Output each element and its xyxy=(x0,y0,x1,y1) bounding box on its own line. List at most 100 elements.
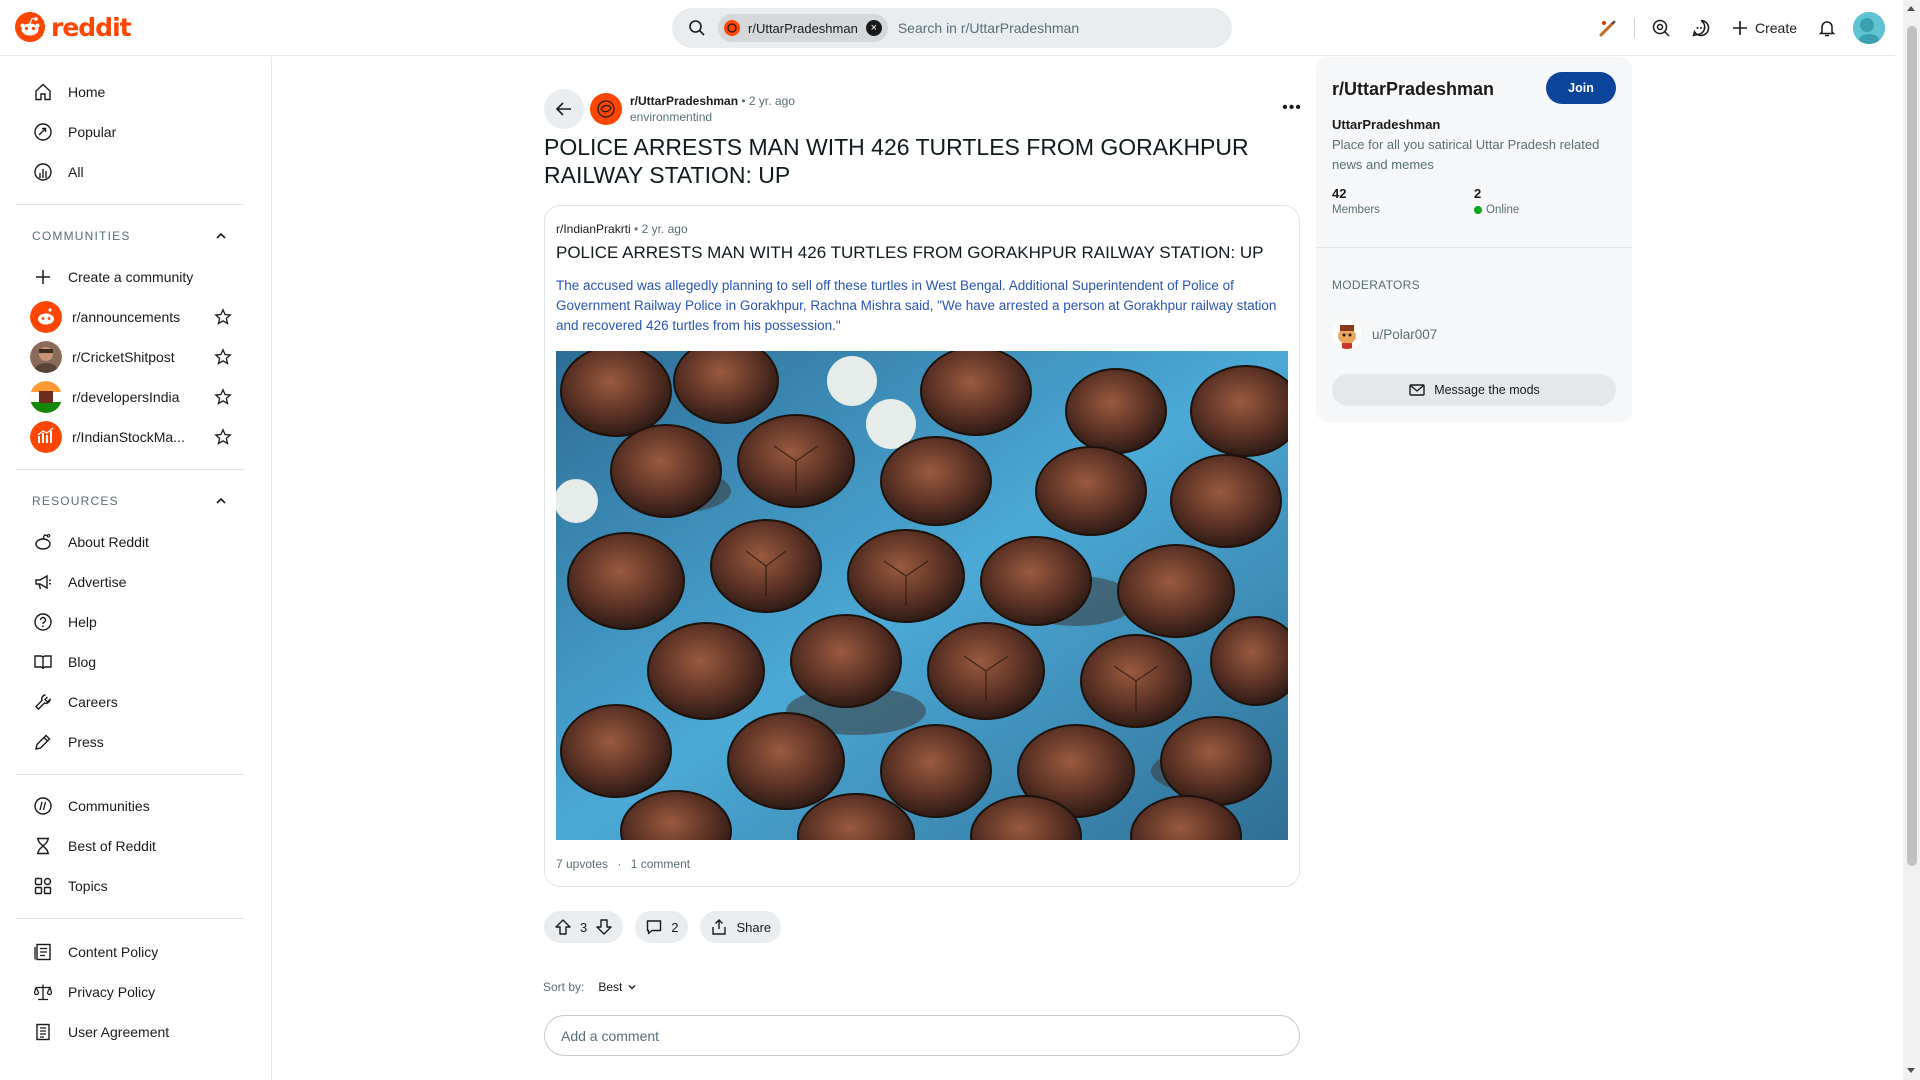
nav-label: About Reddit xyxy=(68,534,149,550)
sidebar-divider xyxy=(16,774,244,775)
panel-divider xyxy=(1316,247,1632,248)
crosspost-comments[interactable]: 1 comment xyxy=(631,857,690,871)
favorite-star-icon[interactable] xyxy=(214,308,232,326)
post-image[interactable] xyxy=(556,351,1288,840)
search-scope-label: r/UttarPradeshman xyxy=(748,20,858,36)
nav-content-policy[interactable]: Content Policy xyxy=(32,932,242,972)
moderators-heading: MODERATORS xyxy=(1332,278,1420,292)
community-name: UttarPradeshman xyxy=(1332,117,1441,132)
favorite-star-icon[interactable] xyxy=(214,428,232,446)
community-item-announcements[interactable]: r/announcements xyxy=(30,297,232,337)
nav-help[interactable]: Help xyxy=(32,602,242,642)
nav-popular[interactable]: Popular xyxy=(32,112,242,152)
community-label: r/announcements xyxy=(72,309,181,325)
more-options-icon[interactable]: ••• xyxy=(1280,96,1304,120)
community-item-indianstockmarket[interactable]: r/IndianStockMa... xyxy=(30,417,232,457)
subreddit-chip-icon xyxy=(724,20,740,36)
nav-blog[interactable]: Blog xyxy=(32,642,242,682)
crosspost-title[interactable]: POLICE ARRESTS MAN WITH 426 TURTLES FROM… xyxy=(556,242,1286,264)
post-actions: 3 2 Share xyxy=(544,911,782,943)
nav-label: Content Policy xyxy=(68,944,159,960)
nav-communities[interactable]: Communities xyxy=(32,786,242,826)
subreddit-avatar[interactable] xyxy=(590,93,622,125)
community-item-developersindia[interactable]: r/developersIndia xyxy=(30,377,232,417)
nav-label: User Agreement xyxy=(68,1024,170,1040)
clear-scope-icon[interactable]: × xyxy=(865,20,882,36)
resources-section-toggle[interactable]: RESOURCES xyxy=(32,494,228,508)
post-subreddit-link[interactable]: r/UttarPradeshman xyxy=(630,94,738,108)
add-comment-input[interactable]: Add a comment xyxy=(544,1015,1300,1056)
crosspost-meta: r/IndianPrakrti • 2 yr. ago xyxy=(556,222,688,236)
community-item-cricketshitpost[interactable]: r/CricketShitpost xyxy=(30,337,232,377)
nav-label: Topics xyxy=(68,878,108,894)
resources-heading: RESOURCES xyxy=(32,494,119,508)
crosspost-subreddit-link[interactable]: r/IndianPrakrti xyxy=(556,222,631,236)
logo-text: reddit xyxy=(51,12,132,42)
communities-icon xyxy=(32,795,54,817)
nav-privacy-policy[interactable]: Privacy Policy xyxy=(32,972,242,1012)
search-scope-chip[interactable]: r/UttarPradeshman × xyxy=(718,14,888,42)
nav-label: Press xyxy=(68,734,104,750)
page-scrollbar[interactable] xyxy=(1903,0,1920,1080)
arrow-left-icon xyxy=(555,102,571,116)
moderator-item[interactable]: u/Polar007 xyxy=(1332,319,1437,349)
scroll-down-icon[interactable] xyxy=(1907,1068,1915,1073)
join-button[interactable]: Join xyxy=(1546,72,1616,104)
downvote-icon[interactable] xyxy=(595,918,613,936)
sort-dropdown[interactable]: Best xyxy=(598,980,637,994)
advertise-icon[interactable] xyxy=(1641,8,1681,48)
scroll-thumb[interactable] xyxy=(1907,26,1917,866)
notification-bell-icon[interactable] xyxy=(1807,8,1847,48)
post-author[interactable]: environmentind xyxy=(630,109,795,125)
share-button[interactable]: Share xyxy=(700,911,782,943)
nav-home[interactable]: Home xyxy=(32,72,242,112)
comment-sort: Sort by: Best xyxy=(543,980,637,994)
nav-about-reddit[interactable]: About Reddit xyxy=(32,522,242,562)
scroll-up-icon[interactable] xyxy=(1907,6,1915,11)
community-title[interactable]: r/UttarPradeshman xyxy=(1332,79,1494,100)
favorite-star-icon[interactable] xyxy=(214,388,232,406)
crosspost-card[interactable]: r/IndianPrakrti • 2 yr. ago POLICE ARRES… xyxy=(544,205,1300,887)
crosspost-time: • 2 yr. ago xyxy=(634,222,688,236)
add-comment-placeholder: Add a comment xyxy=(561,1027,660,1044)
comments-button[interactable]: 2 xyxy=(635,911,689,943)
nav-label: Help xyxy=(68,614,97,630)
moderator-avatar xyxy=(1332,319,1362,349)
search-bar[interactable]: r/UttarPradeshman × xyxy=(672,8,1232,48)
create-button[interactable]: Create xyxy=(1721,8,1807,48)
favorite-star-icon[interactable] xyxy=(214,348,232,366)
chevron-down-icon xyxy=(628,985,636,990)
header-actions: Create xyxy=(1588,0,1895,56)
vote-control: 3 xyxy=(544,911,624,943)
nav-press[interactable]: Press xyxy=(32,722,242,762)
nav-best-of-reddit[interactable]: Best of Reddit xyxy=(32,826,242,866)
scale-icon xyxy=(32,981,54,1003)
search-input[interactable] xyxy=(897,20,1198,36)
upvote-icon[interactable] xyxy=(554,918,572,936)
nav-all[interactable]: All xyxy=(32,152,242,192)
chat-icon[interactable] xyxy=(1681,8,1721,48)
create-community-label: Create a community xyxy=(68,269,194,285)
community-sidebar: r/UttarPradeshman Join UttarPradeshman P… xyxy=(1316,57,1632,422)
communities-section-toggle[interactable]: COMMUNITIES xyxy=(32,229,228,243)
header-divider xyxy=(1633,18,1635,38)
nav-user-agreement[interactable]: User Agreement xyxy=(32,1012,242,1052)
crosspost-body: The accused was allegedly planning to se… xyxy=(556,278,1277,333)
nav-topics[interactable]: Topics xyxy=(32,866,242,906)
help-icon xyxy=(32,611,54,633)
community-label: r/CricketShitpost xyxy=(72,349,175,365)
chevron-up-icon xyxy=(216,232,226,239)
message-mods-button[interactable]: Message the mods xyxy=(1332,374,1616,406)
create-community[interactable]: Create a community xyxy=(32,257,242,297)
user-avatar[interactable] xyxy=(1853,12,1885,44)
reddit-logo[interactable]: reddit xyxy=(15,12,132,42)
members-stat: 42 Members xyxy=(1332,186,1380,216)
back-button[interactable] xyxy=(544,89,584,129)
nav-advertise[interactable]: Advertise xyxy=(32,562,242,602)
nav-popular-label: Popular xyxy=(68,124,117,140)
moderator-name: u/Polar007 xyxy=(1372,326,1438,342)
nav-careers[interactable]: Careers xyxy=(32,682,242,722)
hourglass-icon xyxy=(32,835,54,857)
home-icon xyxy=(32,81,54,103)
cricket-icon[interactable] xyxy=(1588,8,1628,48)
